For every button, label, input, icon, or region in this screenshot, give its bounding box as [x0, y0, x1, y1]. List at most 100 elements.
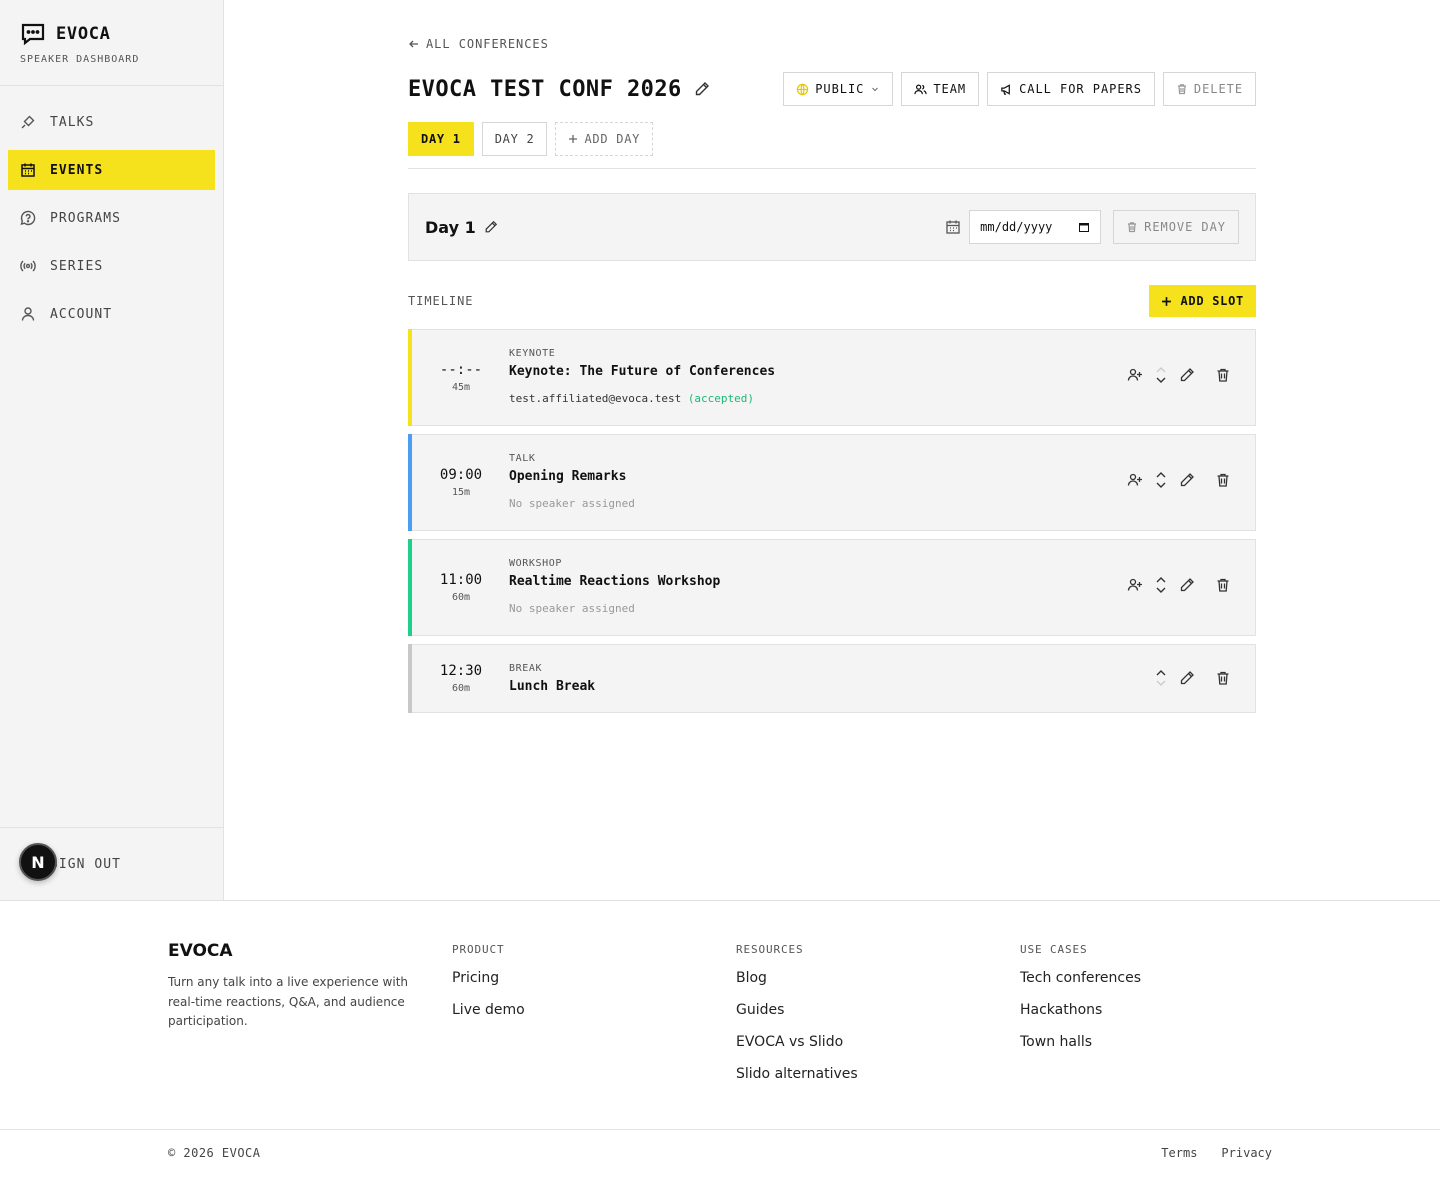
- trash-icon: [1126, 221, 1138, 233]
- pencil-icon[interactable]: [1179, 472, 1195, 488]
- timeline-slot[interactable]: 09:00 15m TALK Opening Remarks No speake…: [408, 434, 1256, 531]
- pencil-icon[interactable]: [484, 220, 498, 234]
- visibility-dropdown[interactable]: PUBLIC: [783, 72, 894, 106]
- terms-link[interactable]: Terms: [1161, 1146, 1197, 1160]
- team-button[interactable]: TEAM: [901, 72, 980, 106]
- calendar-icon: [20, 162, 36, 178]
- brand-name[interactable]: EVOCA: [56, 24, 111, 44]
- broadcast-icon: [20, 258, 36, 274]
- assign-speaker-icon[interactable]: [1127, 577, 1143, 593]
- slot-type: BREAK: [509, 663, 543, 674]
- tab-day-2[interactable]: DAY 2: [481, 122, 548, 156]
- assign-speaker-icon[interactable]: [1127, 472, 1143, 488]
- footer-column-resources: RESOURCES Blog Guides EVOCA vs Slido Sli…: [736, 941, 858, 1084]
- sidebar-item-account[interactable]: ACCOUNT: [8, 294, 215, 334]
- sidebar-item-talks[interactable]: TALKS: [8, 102, 215, 142]
- sidebar-item-programs[interactable]: PROGRAMS: [8, 198, 215, 238]
- copyright: © 2026 EVOCA: [168, 1146, 261, 1160]
- footer-link-tech-conferences[interactable]: Tech conferences: [1020, 970, 1141, 988]
- back-link[interactable]: ALL CONFERENCES: [408, 37, 549, 51]
- slot-accent-bar: [408, 644, 412, 713]
- slot-time: 11:00: [439, 572, 483, 588]
- page-title: EVOCA TEST CONF 2026: [408, 76, 682, 102]
- pencil-icon[interactable]: [1179, 670, 1195, 686]
- dev-tools-badge[interactable]: N: [19, 843, 57, 881]
- slot-speaker: No speaker assigned: [509, 497, 635, 510]
- pencil-icon[interactable]: [694, 81, 710, 97]
- footer-link-town-halls[interactable]: Town halls: [1020, 1034, 1141, 1052]
- chevron-down-icon: [870, 84, 880, 94]
- trash-icon[interactable]: [1215, 367, 1231, 383]
- slot-time: 09:00: [439, 467, 483, 483]
- chevron-up-icon[interactable]: [1155, 576, 1167, 584]
- tab-day-1[interactable]: DAY 1: [408, 122, 474, 156]
- footer-link-guides[interactable]: Guides: [736, 1002, 858, 1020]
- add-slot-label: ADD SLOT: [1180, 294, 1244, 308]
- sidebar: EVOCA SPEAKER DASHBOARD TALKS EVENTS PRO…: [0, 0, 224, 901]
- privacy-link[interactable]: Privacy: [1221, 1146, 1272, 1160]
- remove-day-label: REMOVE DAY: [1144, 220, 1226, 234]
- sidebar-item-events[interactable]: EVENTS: [8, 150, 215, 190]
- calendar-picker-icon[interactable]: [1078, 221, 1090, 233]
- footer-heading: PRODUCT: [452, 943, 505, 956]
- sidebar-item-label: SERIES: [50, 258, 104, 274]
- sidebar-item-label: EVENTS: [50, 162, 104, 178]
- footer-link-pricing[interactable]: Pricing: [452, 970, 525, 988]
- arrow-left-icon: [408, 38, 420, 50]
- slot-type: WORKSHOP: [509, 558, 562, 569]
- sidebar-item-series[interactable]: SERIES: [8, 246, 215, 286]
- reorder-controls: [1155, 366, 1167, 384]
- trash-icon[interactable]: [1215, 472, 1231, 488]
- footer-link-slido-alternatives[interactable]: Slido alternatives: [736, 1066, 858, 1084]
- slot-duration: 60m: [451, 592, 471, 603]
- chevron-down-icon[interactable]: [1155, 481, 1167, 489]
- timeline-slot[interactable]: --:-- 45m KEYNOTE Keynote: The Future of…: [408, 329, 1256, 426]
- pencil-icon[interactable]: [1179, 577, 1195, 593]
- slot-actions: [1155, 669, 1231, 687]
- chevron-down-icon[interactable]: [1155, 376, 1167, 384]
- call-for-papers-button[interactable]: CALL FOR PAPERS: [987, 72, 1155, 106]
- sidebar-item-label: TALKS: [50, 114, 95, 130]
- pencil-icon[interactable]: [1179, 367, 1195, 383]
- chevron-down-icon[interactable]: [1155, 679, 1167, 687]
- divider: [408, 168, 1256, 169]
- trash-icon[interactable]: [1215, 670, 1231, 686]
- plus-icon: [568, 134, 578, 144]
- footer-column-use-cases: USE CASES Tech conferences Hackathons To…: [1020, 941, 1141, 1052]
- footer-link-vs-slido[interactable]: EVOCA vs Slido: [736, 1034, 858, 1052]
- header-actions: PUBLIC TEAM CALL FOR PAPERS DELETE: [783, 72, 1256, 106]
- chevron-up-icon[interactable]: [1155, 471, 1167, 479]
- footer-link-hackathons[interactable]: Hackathons: [1020, 1002, 1141, 1020]
- users-icon: [914, 83, 928, 96]
- trash-icon[interactable]: [1215, 577, 1231, 593]
- date-input[interactable]: mm/dd/yyyy: [969, 210, 1102, 244]
- footer-link-blog[interactable]: Blog: [736, 970, 858, 988]
- footer-heading: RESOURCES: [736, 943, 804, 956]
- sign-out-label: SIGN OUT: [50, 857, 121, 872]
- footer-heading: USE CASES: [1020, 943, 1088, 956]
- timeline-header: TIMELINE ADD SLOT: [408, 285, 1256, 317]
- timeline-slot[interactable]: 12:30 60m BREAK Lunch Break: [408, 644, 1256, 713]
- footer-link-live-demo[interactable]: Live demo: [452, 1002, 525, 1020]
- call-for-papers-label: CALL FOR PAPERS: [1019, 82, 1142, 96]
- slot-type: TALK: [509, 453, 536, 464]
- chat-logo-icon: [20, 22, 46, 46]
- team-label: TEAM: [933, 82, 967, 96]
- remove-day-button[interactable]: REMOVE DAY: [1113, 210, 1239, 244]
- timeline-slot[interactable]: 11:00 60m WORKSHOP Realtime Reactions Wo…: [408, 539, 1256, 636]
- speaker-email: test.affiliated@evoca.test: [509, 392, 682, 405]
- add-day-button[interactable]: ADD DAY: [555, 122, 654, 156]
- assign-speaker-icon[interactable]: [1127, 367, 1143, 383]
- slot-type: KEYNOTE: [509, 348, 556, 359]
- chevron-up-icon[interactable]: [1155, 669, 1167, 677]
- help-circle-icon: [20, 210, 36, 226]
- add-slot-button[interactable]: ADD SLOT: [1149, 285, 1256, 317]
- chevron-up-icon[interactable]: [1155, 366, 1167, 374]
- brand-subtitle: SPEAKER DASHBOARD: [20, 54, 140, 65]
- sidebar-item-label: ACCOUNT: [50, 306, 113, 322]
- globe-icon: [796, 83, 809, 96]
- chevron-down-icon[interactable]: [1155, 586, 1167, 594]
- slot-title: Keynote: The Future of Conferences: [509, 364, 776, 379]
- calendar-icon: [945, 219, 961, 235]
- delete-button[interactable]: DELETE: [1162, 72, 1256, 106]
